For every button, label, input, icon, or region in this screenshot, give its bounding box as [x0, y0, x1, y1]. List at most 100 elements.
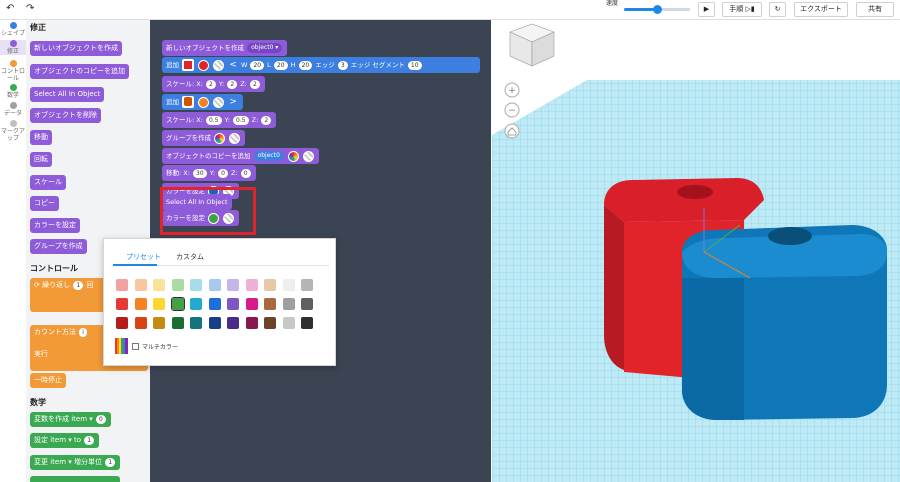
scale-1-z-value[interactable]: 2 [249, 79, 260, 89]
length-value[interactable]: 20 [273, 60, 288, 70]
category-shape[interactable]: シェイプ [0, 22, 26, 37]
color-swatch[interactable] [208, 279, 221, 291]
color-swatch[interactable] [245, 317, 258, 329]
zoom-out-3d-button[interactable]: − [504, 102, 520, 118]
3d-scene[interactable]: + − [492, 20, 900, 482]
speed-slider-knob[interactable] [653, 5, 662, 14]
back-arrow-icon[interactable]: ↶ [6, 3, 14, 14]
palette-block-set-variable[interactable]: 設定 item ▾ to 1 [30, 433, 100, 448]
block-create-group[interactable]: グループを作成 [162, 130, 246, 146]
color-swatch[interactable] [301, 317, 313, 329]
scale-2-z-value[interactable]: 2 [261, 115, 272, 125]
color-swatch[interactable] [116, 317, 128, 329]
block-add-copy-object[interactable]: object0 [253, 151, 284, 161]
edge-segment-value[interactable]: 10 [407, 60, 422, 70]
block-new-object[interactable]: 新しいオブジェクトを作成 object0 ▾ [162, 40, 288, 56]
copy-hole-swatch[interactable] [303, 150, 315, 162]
color-swatch[interactable] [282, 279, 295, 291]
scale-2-x-value[interactable]: 0.5 [206, 115, 222, 125]
color-swatch[interactable] [264, 279, 276, 291]
repeat-count[interactable]: 1 [73, 280, 84, 290]
color-swatch[interactable] [190, 317, 202, 329]
color-swatch[interactable] [227, 317, 239, 329]
color-swatch[interactable] [116, 279, 128, 291]
palette-block-pause[interactable]: 一時停止 [30, 373, 66, 388]
var-create-value[interactable]: 0 [96, 414, 106, 424]
palette-block-select-all[interactable]: Select All In Object [30, 87, 105, 102]
block-add-box-color-swatch[interactable] [198, 59, 210, 71]
color-swatch[interactable] [190, 279, 202, 291]
blue-box-object[interactable] [682, 225, 887, 420]
share-button[interactable]: 共有 [856, 2, 894, 17]
color-swatch[interactable] [301, 279, 313, 291]
speed-slider[interactable] [624, 5, 690, 14]
category-math[interactable]: 数学 [0, 84, 26, 99]
block-add-box-hole-swatch[interactable] [213, 59, 225, 71]
category-control[interactable]: コントロール [0, 60, 26, 82]
block-move[interactable]: 移動: X: 30 Y: 0 Z: 0 [162, 165, 256, 181]
color-swatch[interactable] [153, 279, 165, 291]
move-z-value[interactable]: 0 [240, 168, 251, 178]
change-name[interactable]: item [50, 458, 66, 466]
palette-block-copy[interactable]: コピー [30, 196, 59, 211]
palette-block-add-copy[interactable]: オブジェクトのコピーを追加 [30, 64, 129, 79]
chevron-right-icon[interactable]: > [229, 94, 237, 110]
play-button[interactable]: ▶ [698, 2, 715, 17]
category-data[interactable]: データ [0, 102, 26, 117]
color-swatch[interactable] [245, 279, 258, 291]
color-swatch[interactable] [282, 317, 295, 329]
block-scale-2[interactable]: スケール: X: 0.5 Y: 0.5 Z: 2 [162, 112, 277, 128]
home-view-button[interactable] [504, 123, 520, 139]
export-button[interactable]: エクスポート [794, 2, 848, 17]
block-add-cylinder-hole-swatch[interactable] [213, 96, 225, 108]
group-hole-swatch[interactable] [229, 132, 241, 144]
copy-multicolor-swatch-icon[interactable] [287, 150, 299, 162]
block-add-cylinder-color-swatch[interactable] [198, 96, 210, 108]
scale-1-y-value[interactable]: 2 [227, 79, 238, 89]
multicolor-checkbox[interactable] [132, 343, 139, 350]
color-swatch[interactable] [134, 317, 147, 329]
block-add-copy[interactable]: オブジェクトのコピーを追加 object0 [162, 148, 320, 164]
palette-block-change-variable[interactable]: 変更 item ▾ 増分単位 1 [30, 455, 121, 470]
color-swatch[interactable] [208, 298, 221, 310]
color-swatch[interactable] [170, 297, 185, 311]
color-swatch[interactable] [245, 298, 258, 310]
3d-view[interactable]: + − [492, 20, 900, 482]
color-swatch[interactable] [208, 317, 221, 329]
cylinder-shape-icon[interactable] [182, 96, 195, 108]
scale-1-x-value[interactable]: 2 [206, 79, 216, 89]
view-cube[interactable] [509, 23, 555, 67]
box-shape-icon[interactable] [182, 59, 195, 71]
color-swatch[interactable] [301, 298, 313, 310]
chevron-left-icon[interactable]: < [229, 57, 237, 73]
block-add-box[interactable]: 追加 < W 20 L 20 H 20 エッジ 3 エッジ セグメント 10 [162, 57, 480, 73]
palette-block-rotate[interactable]: 回転 [30, 152, 52, 167]
set-value[interactable]: 1 [84, 435, 95, 445]
multicolor-swatch-icon[interactable] [214, 132, 226, 144]
tab-custom[interactable]: カスタム [176, 252, 204, 262]
color-swatch[interactable] [171, 317, 184, 329]
palette-block-set-color[interactable]: カラーを設定 [30, 218, 80, 233]
block-scale-1[interactable]: スケール: X: 2 Y: 2 Z: 2 [162, 76, 265, 92]
palette-block-move[interactable]: 移動 [30, 130, 52, 145]
scale-2-y-value[interactable]: 0.5 [233, 115, 249, 125]
color-swatch[interactable] [116, 298, 128, 310]
palette-block-scale[interactable]: スケール [30, 175, 66, 190]
zoom-in-3d-button[interactable]: + [504, 82, 520, 98]
palette-block-new-object[interactable]: 新しいオブジェクトを作成 [30, 41, 122, 56]
palette-block-delete-object[interactable]: オブジェクトを削除 [30, 108, 101, 123]
move-y-value[interactable]: 0 [218, 168, 228, 178]
width-value[interactable]: 20 [250, 60, 265, 70]
block-new-object-name[interactable]: object0 ▾ [247, 43, 283, 53]
color-swatch[interactable] [282, 298, 295, 310]
color-swatch[interactable] [153, 298, 165, 310]
edge-value[interactable]: 3 [337, 60, 348, 70]
palette-block-create-group[interactable]: グループを作成 [30, 239, 87, 254]
palette-block-create-variable[interactable]: 変数を作成 item ▾ 0 [30, 412, 111, 427]
color-swatch[interactable] [264, 298, 276, 310]
tab-preset[interactable]: プリセット [126, 252, 161, 262]
category-markup[interactable]: マークアップ [0, 120, 26, 142]
color-swatch[interactable] [171, 279, 184, 291]
count-variable[interactable]: i [79, 327, 87, 337]
steps-button[interactable]: 手順 ▷▮ [722, 2, 762, 17]
